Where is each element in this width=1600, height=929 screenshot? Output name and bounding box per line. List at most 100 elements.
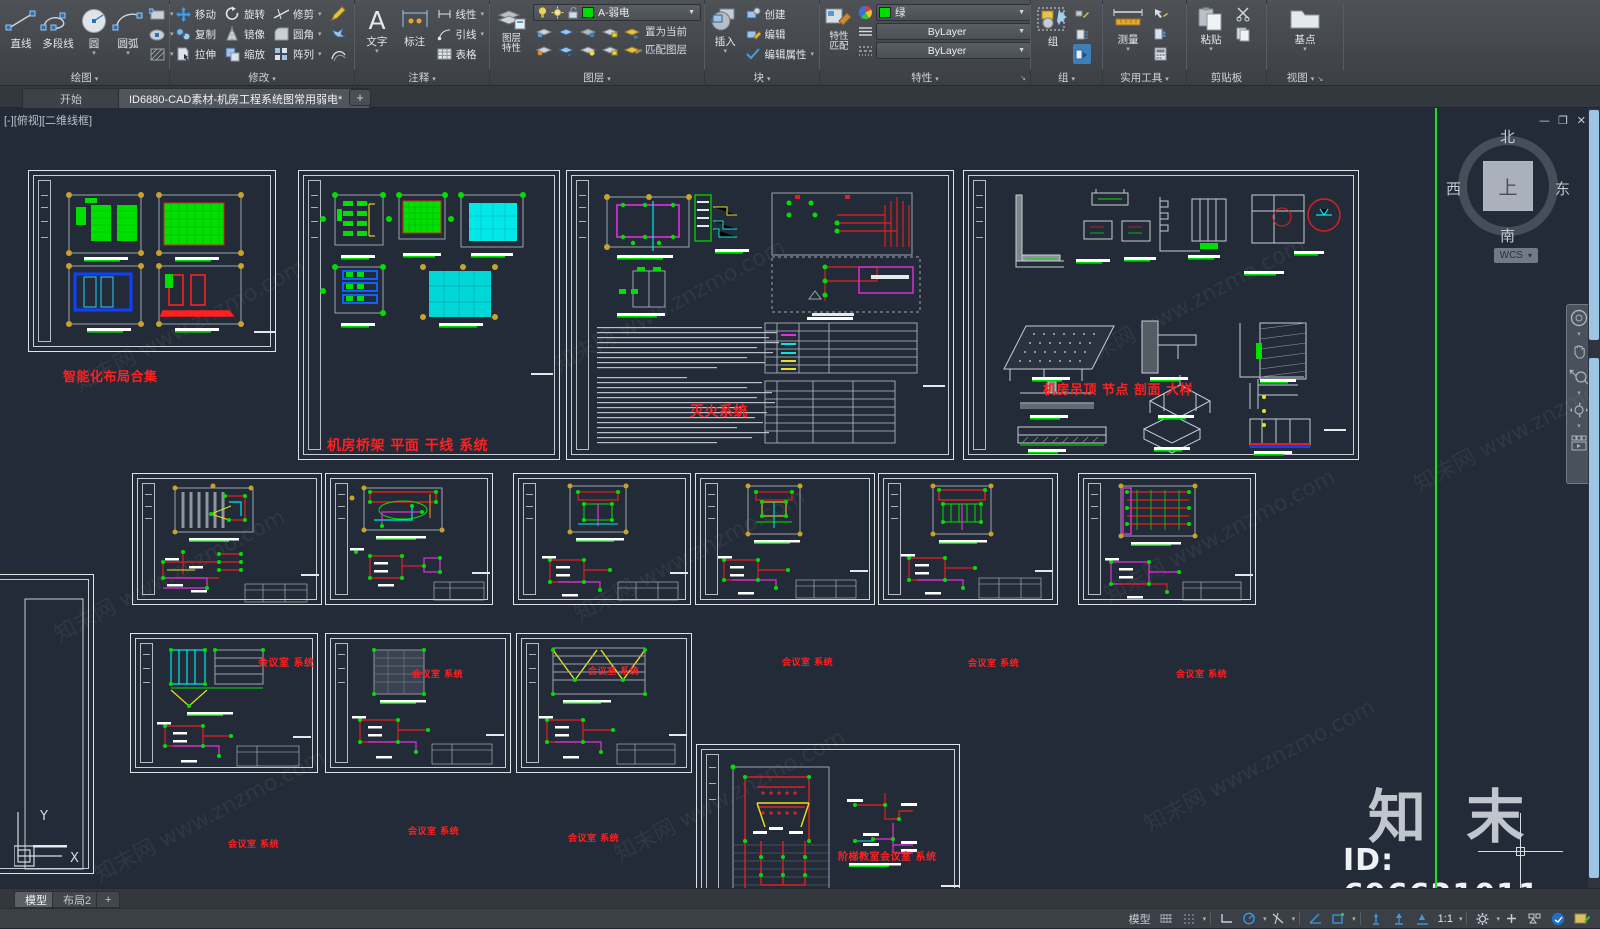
viewcube-north[interactable]: 北 — [1500, 126, 1515, 147]
isometric-caret-icon[interactable]: ▾ — [1352, 915, 1356, 923]
point-id-button[interactable] — [1151, 24, 1170, 44]
base-point-caret-icon[interactable]: ▾ — [1303, 46, 1307, 53]
workspace-gear-icon[interactable] — [1471, 909, 1494, 929]
paste-caret-icon[interactable]: ▾ — [1209, 46, 1213, 53]
layer-merge-icon[interactable] — [536, 43, 552, 57]
grid-display-icon[interactable] — [1155, 909, 1178, 929]
insert-block-button[interactable]: 插入 ▾ — [708, 4, 742, 55]
panel-block-caret-icon[interactable]: ▾ — [767, 76, 771, 83]
status-model-button[interactable]: 模型 — [1125, 909, 1155, 929]
lineweight-combo[interactable]: ByLayer ▼ — [876, 42, 1031, 59]
panel-properties-caret-icon[interactable]: ▾ — [935, 76, 939, 83]
base-point-button[interactable]: 基点 ▾ — [1282, 4, 1328, 53]
group-edit-button[interactable] — [1073, 24, 1091, 44]
linear-dim-caret-icon[interactable]: ▾ — [480, 10, 484, 18]
file-tab-start[interactable]: 开始 — [22, 88, 120, 108]
viewcube-west[interactable]: 西 — [1446, 178, 1461, 199]
leader-caret-icon[interactable]: ▾ — [480, 30, 484, 38]
linetype-combo-caret-icon[interactable]: ▼ — [1015, 28, 1028, 35]
linetype-combo[interactable]: ByLayer ▼ — [876, 23, 1031, 40]
color-combo-caret-icon[interactable]: ▼ — [1015, 9, 1028, 16]
dimension-button[interactable]: 标注 — [396, 4, 434, 49]
vertical-scrollbar-thumb-lower[interactable] — [1589, 358, 1599, 878]
move-button[interactable]: 移动 — [173, 4, 218, 24]
explode-button[interactable] — [328, 24, 349, 44]
panel-utilities-caret-icon[interactable]: ▾ — [1165, 76, 1169, 83]
graphics-performance-icon[interactable] — [1546, 909, 1570, 929]
panel-title-utilities[interactable]: 实用工具 ▾ — [1106, 71, 1183, 86]
panel-title-layer[interactable]: 图层 ▾ — [493, 71, 701, 86]
circle-button[interactable]: 圆 ▾ — [77, 4, 111, 57]
layer-thaw-sun-icon[interactable] — [551, 6, 564, 19]
linetype-icon[interactable] — [858, 24, 873, 39]
annotation-visibility-icon[interactable] — [1365, 909, 1388, 929]
mirror-button[interactable]: 镜像 — [222, 24, 267, 44]
stretch-button[interactable]: 拉伸 — [173, 44, 218, 64]
layer-lock-icon[interactable] — [602, 25, 618, 39]
arc-caret-icon[interactable]: ▾ — [126, 50, 130, 57]
object-snap-icon[interactable] — [1267, 909, 1290, 929]
vertical-scrollbar[interactable] — [1588, 108, 1600, 888]
copy-clip-button[interactable] — [1233, 24, 1254, 44]
offset-button[interactable] — [328, 44, 349, 64]
wcs-selector[interactable]: WCS ▾ — [1493, 248, 1538, 263]
layer-unlock-all-icon[interactable] — [602, 43, 618, 57]
layer-change-icon[interactable] — [558, 43, 574, 57]
layer-freeze-icon[interactable] — [558, 25, 574, 39]
snap-mode-icon[interactable] — [1178, 909, 1201, 929]
match-properties-button[interactable]: 特性 匹配 — [823, 4, 855, 52]
layer-turn-on-icon[interactable] — [580, 43, 596, 57]
panel-modify-caret-icon[interactable]: ▾ — [272, 76, 276, 83]
view-dialog-launcher-icon[interactable]: ↘ — [1317, 76, 1323, 83]
match-layer-icon[interactable] — [624, 43, 642, 57]
color-wheel-icon[interactable] — [858, 5, 873, 20]
panel-group-caret-icon[interactable]: ▾ — [1071, 76, 1075, 83]
viewcube[interactable]: 上 北 南 东 西 — [1446, 128, 1570, 245]
panel-title-view[interactable]: 视图 ▾ ↘ — [1270, 71, 1340, 86]
vertical-scrollbar-thumb[interactable] — [1589, 110, 1599, 340]
lineweight-icon[interactable] — [858, 43, 873, 58]
fillet-button[interactable]: 圆角 ▾ — [271, 24, 324, 44]
ungroup-button[interactable] — [1073, 4, 1091, 24]
panel-title-annotation[interactable]: 注释 ▾ — [358, 71, 486, 86]
new-tab-button[interactable]: + — [349, 89, 371, 106]
cut-button[interactable] — [1233, 4, 1254, 24]
snap-mode-caret-icon[interactable]: ▾ — [1203, 915, 1207, 923]
text-caret-icon[interactable]: ▾ — [375, 48, 379, 55]
layer-color-swatch[interactable] — [582, 7, 594, 18]
group-button[interactable]: 组 — [1034, 4, 1072, 49]
line-button[interactable]: 直线 — [3, 4, 39, 51]
panel-annotation-caret-icon[interactable]: ▾ — [432, 76, 436, 83]
clean-screen-icon[interactable] — [1570, 909, 1594, 929]
lineweight-combo-caret-icon[interactable]: ▼ — [1015, 47, 1028, 54]
measure-button[interactable]: 测量 ▾ — [1106, 4, 1150, 53]
panel-title-block[interactable]: 块 ▾ — [708, 71, 816, 86]
layer-unlock-icon[interactable] — [566, 6, 579, 19]
file-tab-drawing[interactable]: ID6880-CAD素材-机房工程系统图常用弱电* ✕ — [118, 88, 370, 108]
new-layout-button[interactable]: + — [96, 891, 121, 908]
customization-plus-icon[interactable] — [1500, 909, 1523, 929]
viewcube-south[interactable]: 南 — [1500, 225, 1515, 246]
layer-isolate-icon[interactable] — [536, 25, 552, 39]
layer-on-bulb-icon[interactable] — [536, 6, 549, 19]
arc-button[interactable]: 圆弧 ▾ — [111, 4, 145, 57]
quick-select-button[interactable] — [1151, 4, 1170, 24]
object-snap-caret-icon[interactable]: ▾ — [1292, 915, 1296, 923]
layout-tab-layout2[interactable]: 布局2 — [52, 891, 103, 908]
make-current-icon[interactable] — [624, 25, 642, 39]
drawing-canvas[interactable]: [-][俯视][二维线框] — ❐ ✕ 知末网 www.znzmo.com 知末网… — [0, 108, 1600, 888]
annotation-scale-icon[interactable] — [1411, 909, 1434, 929]
linear-dim-button[interactable]: 线性 ▾ — [435, 4, 486, 24]
panel-view-caret-icon[interactable]: ▾ — [1311, 76, 1315, 83]
paste-button[interactable]: 粘贴 ▾ — [1190, 4, 1232, 53]
panel-title-modify[interactable]: 修改 ▾ — [173, 71, 351, 86]
angle-constraint-icon[interactable] — [1304, 909, 1327, 929]
array-caret-icon[interactable]: ▾ — [318, 50, 322, 58]
chevron-down-icon[interactable]: ▾ — [1528, 251, 1532, 260]
properties-dialog-launcher-icon[interactable]: ↘ — [1020, 71, 1026, 86]
viewcube-east[interactable]: 东 — [1555, 178, 1570, 199]
layer-properties-button[interactable]: 图层 特性 — [493, 4, 530, 54]
polar-tracking-icon[interactable] — [1238, 909, 1261, 929]
isolate-objects-icon[interactable] — [1523, 909, 1546, 929]
ortho-mode-icon[interactable] — [1215, 909, 1238, 929]
